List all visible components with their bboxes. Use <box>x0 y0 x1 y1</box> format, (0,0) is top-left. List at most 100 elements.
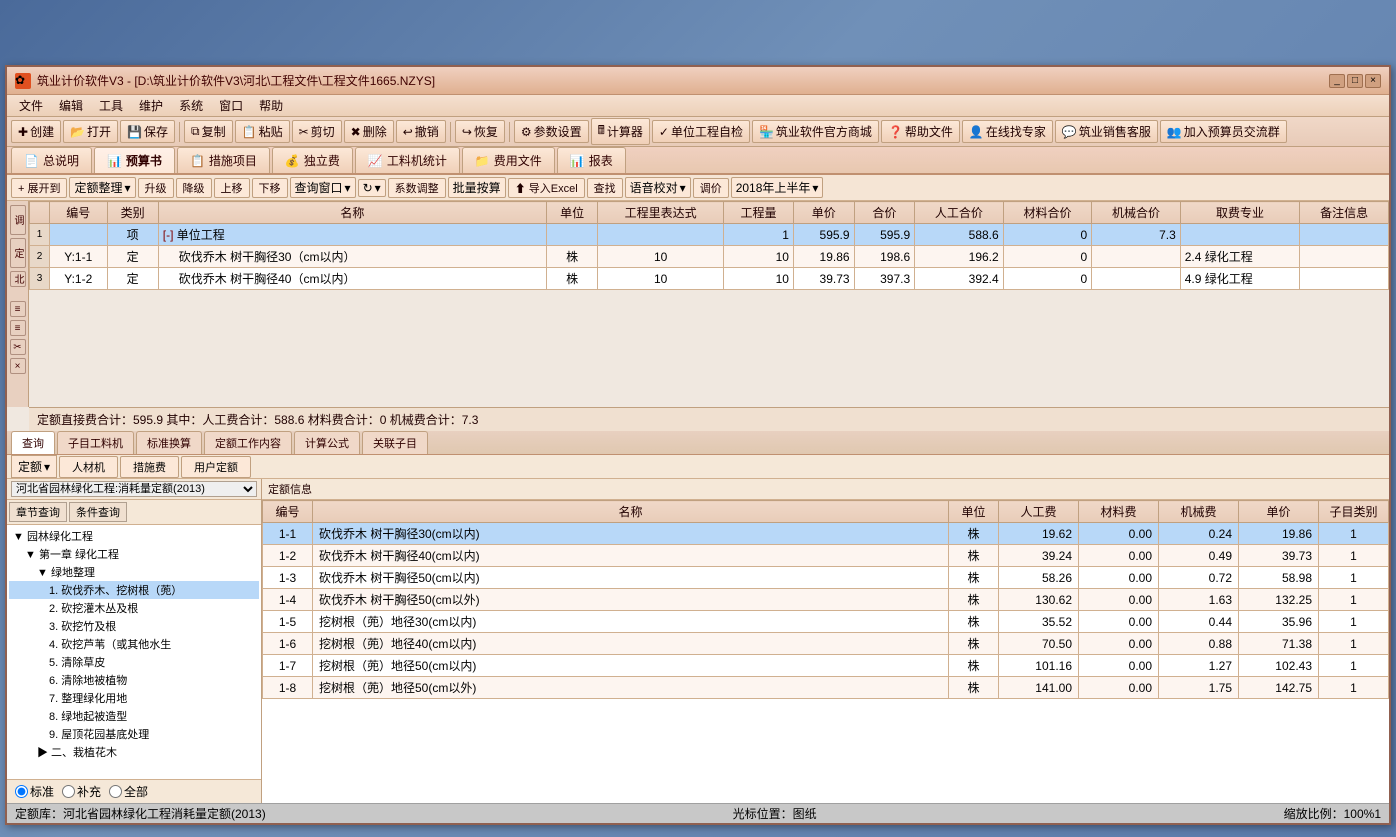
menu-window[interactable]: 窗口 <box>211 95 251 116</box>
quota-selector[interactable]: 河北省园林绿化工程:消耗量定额(2013) <box>11 481 257 497</box>
tree-item[interactable]: ▼ 园林绿化工程 <box>9 527 259 545</box>
sub-tab-people-materials[interactable]: 人材机 <box>59 456 118 478</box>
btn-voice-check[interactable]: 语音校对 ▾ <box>625 177 691 198</box>
close-button[interactable]: × <box>1365 74 1381 88</box>
tab-budget[interactable]: 📊 预算书 <box>94 147 175 173</box>
quota-table-row[interactable]: 1-8 挖树根（蔸）地径50(cm以外) 株 141.00 0.00 1.75 … <box>263 677 1389 699</box>
side-btn-6[interactable]: ✂ <box>10 339 26 355</box>
sub-tab-user-quota[interactable]: 用户定额 <box>181 456 251 478</box>
btn-forum[interactable]: 👥 加入预算员交流群 <box>1160 120 1287 143</box>
btn-create[interactable]: ✚ 创建 <box>11 120 61 143</box>
quota-table-row[interactable]: 1-4 砍伐乔木 树干胸径50(cm以外) 株 130.62 0.00 1.63… <box>263 589 1389 611</box>
btn-year-half[interactable]: 2018年上半年 ▾ <box>731 177 824 198</box>
tab-query[interactable]: 查询 <box>11 431 55 454</box>
sub-tab-measures-fee[interactable]: 措施费 <box>120 456 179 478</box>
btn-calculator[interactable]: 🖩 计算器 <box>591 118 650 145</box>
btn-online-expert[interactable]: 👤 在线找专家 <box>962 120 1053 143</box>
btn-refresh[interactable]: ↻ ▾ <box>358 179 386 197</box>
btn-sales[interactable]: 💬 筑业销售客服 <box>1055 120 1158 143</box>
btn-restore[interactable]: ↪ 恢复 <box>455 120 505 143</box>
btn-delete[interactable]: ✖ 删除 <box>344 120 394 143</box>
tab-summary[interactable]: 📄 总说明 <box>11 147 92 173</box>
btn-move-up[interactable]: 上移 <box>214 178 250 198</box>
btn-upgrade[interactable]: 升级 <box>138 178 174 198</box>
btn-quota-organize[interactable]: 定额整理 ▾ <box>69 177 135 198</box>
btn-find[interactable]: 查找 <box>587 178 623 198</box>
tree-item[interactable]: 2. 砍挖灌木丛及根 <box>9 599 259 617</box>
btn-expand-to[interactable]: + 展开到 <box>11 178 67 198</box>
qcell-unit: 株 <box>949 633 999 655</box>
btn-coeff-adjust[interactable]: 系数调整 <box>388 178 446 198</box>
side-btn-4[interactable]: ≡ <box>10 301 26 317</box>
tree-item[interactable]: 9. 屋顶花园基底处理 <box>9 725 259 743</box>
table-row[interactable]: 1 项 [-] 单位工程 1 595.9 595.9 588.6 0 7.3 <box>30 224 1389 246</box>
tree-item[interactable]: 1. 砍伐乔木、挖树根（蔸） <box>9 581 259 599</box>
btn-import-excel[interactable]: ⬆ 导入Excel <box>508 178 585 198</box>
tab-linked[interactable]: 关联子目 <box>362 431 428 454</box>
sub-tab-quota-dropdown[interactable]: 定额 ▾ <box>11 455 57 478</box>
tree-item[interactable]: 6. 清除地被植物 <box>9 671 259 689</box>
btn-price-adjust[interactable]: 调价 <box>693 178 729 198</box>
btn-shop[interactable]: 🏪 筑业软件官方商城 <box>752 120 879 143</box>
side-btn-5[interactable]: ≡ <box>10 320 26 336</box>
tree-item[interactable]: 7. 整理绿化用地 <box>9 689 259 707</box>
tree-body: ▼ 园林绿化工程▼ 第一章 绿化工程▼ 绿地整理 1. 砍伐乔木、挖树根（蔸） … <box>7 525 261 779</box>
tree-item[interactable]: ▼ 第一章 绿化工程 <box>9 545 259 563</box>
restore-button[interactable]: □ <box>1347 74 1363 88</box>
btn-open[interactable]: 📂 打开 <box>63 120 118 143</box>
side-btn-2[interactable]: 定 <box>10 238 26 268</box>
menu-edit[interactable]: 编辑 <box>51 95 91 116</box>
tree-item[interactable]: 3. 砍挖竹及根 <box>9 617 259 635</box>
radio-standard[interactable]: 标准 <box>15 783 54 800</box>
quota-table-row[interactable]: 1-1 砍伐乔木 树干胸径30(cm以内) 株 19.62 0.00 0.24 … <box>263 523 1389 545</box>
table-row[interactable]: 2 Y:1-1 定 砍伐乔木 树干胸径30（cm以内） 株 10 10 19.8… <box>30 246 1389 268</box>
btn-self-check[interactable]: ✓ 单位工程自检 <box>652 120 750 143</box>
btn-batch-calc[interactable]: 批量按算 <box>448 177 506 198</box>
tab-std-convert[interactable]: 标准换算 <box>136 431 202 454</box>
btn-cut[interactable]: ✂ 剪切 <box>292 120 342 143</box>
quota-table-row[interactable]: 1-6 挖树根（蔸）地径40(cm以内) 株 70.50 0.00 0.88 7… <box>263 633 1389 655</box>
btn-save[interactable]: 💾 保存 <box>120 120 175 143</box>
tree-item[interactable]: 5. 清除草皮 <box>9 653 259 671</box>
tab-measures[interactable]: 📋 措施项目 <box>177 147 270 173</box>
side-btn-1[interactable]: 调 <box>10 205 26 235</box>
menu-help[interactable]: 帮助 <box>251 95 291 116</box>
btn-condition-search[interactable]: 条件查询 <box>69 502 127 522</box>
tab-formula[interactable]: 计算公式 <box>294 431 360 454</box>
toolbar: ✚ 创建 📂 打开 💾 保存 ⧉ 复制 📋 粘贴 ✂ 剪切 ✖ 删除 ↩ <box>7 117 1389 147</box>
menu-maintenance[interactable]: 维护 <box>131 95 171 116</box>
btn-undo[interactable]: ↩ 撤销 <box>396 120 446 143</box>
table-row[interactable]: 3 Y:1-2 定 砍伐乔木 树干胸径40（cm以内） 株 10 10 39.7… <box>30 268 1389 290</box>
quota-table-row[interactable]: 1-7 挖树根（蔸）地径50(cm以内) 株 101.16 0.00 1.27 … <box>263 655 1389 677</box>
menu-file[interactable]: 文件 <box>11 95 51 116</box>
minimize-button[interactable]: _ <box>1329 74 1345 88</box>
btn-paste[interactable]: 📋 粘贴 <box>235 120 290 143</box>
side-btn-3[interactable]: 北 <box>10 271 26 287</box>
side-btn-7[interactable]: × <box>10 358 26 374</box>
btn-params[interactable]: ⚙ 参数设置 <box>514 120 589 143</box>
btn-chapter-search[interactable]: 章节查询 <box>9 502 67 522</box>
tab-materials[interactable]: 📈 工料机统计 <box>355 147 460 173</box>
tab-fees[interactable]: 📁 费用文件 <box>462 147 555 173</box>
tree-item[interactable]: ▼ 绿地整理 <box>9 563 259 581</box>
cell-specialty: 2.4 绿化工程 <box>1180 246 1300 268</box>
btn-query-window[interactable]: 查询窗口 ▾ <box>290 177 356 198</box>
quota-table-row[interactable]: 1-5 挖树根（蔸）地径30(cm以内) 株 35.52 0.00 0.44 3… <box>263 611 1389 633</box>
quota-table-row[interactable]: 1-2 砍伐乔木 树干胸径40(cm以内) 株 39.24 0.00 0.49 … <box>263 545 1389 567</box>
btn-move-down[interactable]: 下移 <box>252 178 288 198</box>
tree-item[interactable]: 4. 砍挖芦苇（或其他水生 <box>9 635 259 653</box>
tab-work-content[interactable]: 定额工作内容 <box>204 431 292 454</box>
radio-all[interactable]: 全部 <box>109 783 148 800</box>
btn-copy[interactable]: ⧉ 复制 <box>184 120 233 143</box>
quota-table-row[interactable]: 1-3 砍伐乔木 树干胸径50(cm以内) 株 58.26 0.00 0.72 … <box>263 567 1389 589</box>
radio-supplement[interactable]: 补充 <box>62 783 101 800</box>
tab-standalone[interactable]: 💰 独立费 <box>272 147 353 173</box>
tab-sub-items[interactable]: 子目工料机 <box>57 431 134 454</box>
menu-tools[interactable]: 工具 <box>91 95 131 116</box>
btn-help-file[interactable]: ❓ 帮助文件 <box>881 120 960 143</box>
menu-system[interactable]: 系统 <box>171 95 211 116</box>
btn-downgrade[interactable]: 降级 <box>176 178 212 198</box>
tree-item[interactable]: ▶ 二、栽植花木 <box>9 743 259 761</box>
tree-item[interactable]: 8. 绿地起被造型 <box>9 707 259 725</box>
tab-reports[interactable]: 📊 报表 <box>557 147 626 173</box>
